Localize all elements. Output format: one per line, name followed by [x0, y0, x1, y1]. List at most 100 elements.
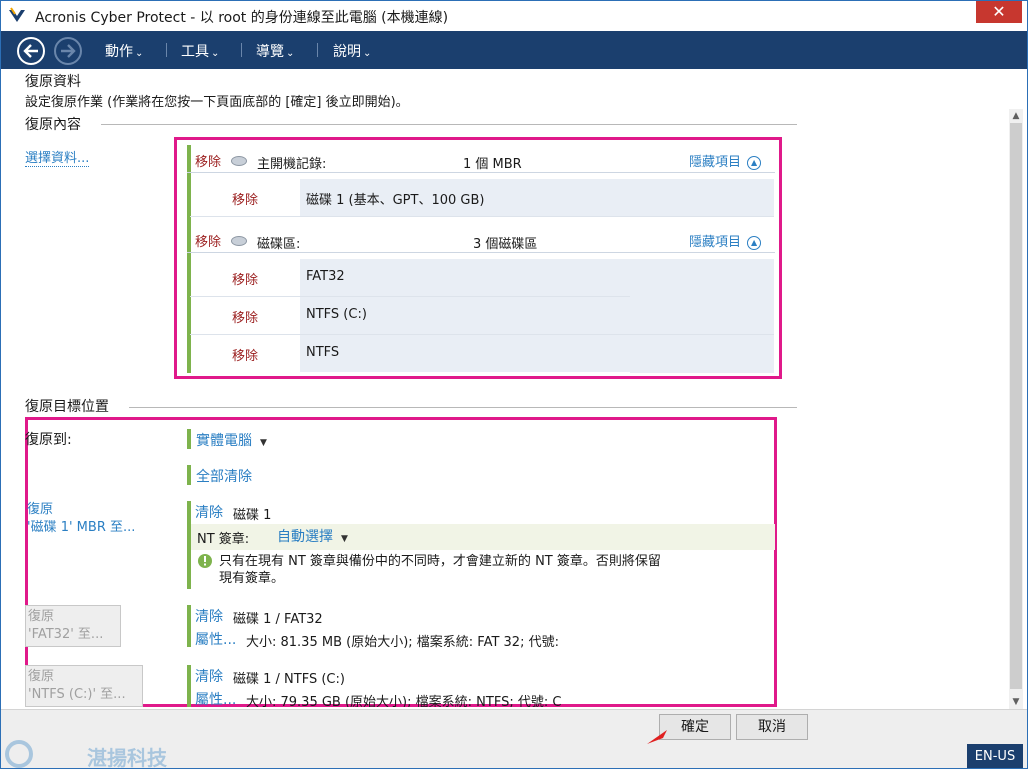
group-bar — [187, 465, 191, 485]
recover-link-line: 'NTFS (C:)' 至... — [28, 687, 126, 702]
remove-row[interactable]: 移除 — [232, 189, 258, 208]
menu-help[interactable]: 說明 ⌄ — [333, 41, 371, 61]
recover-mbr-link[interactable]: 復原 '磁碟 1' MBR 至... — [27, 501, 135, 537]
nt-signature-info: 只有在現有 NT 簽章與備份中的不同時，才會建立新的 NT 簽章。否則將保留 現… — [219, 553, 661, 587]
clear-link[interactable]: 清除 — [195, 502, 223, 522]
group-name: 主開機記錄: — [257, 157, 327, 172]
menu-label: 動作 — [105, 44, 133, 60]
recovery-form: 復原資料 設定復原作業 (作業將在您按一下頁面底部的 [確定] 後立即開始)。 … — [7, 69, 1021, 707]
arrow-right-icon — [61, 44, 76, 58]
chevron-down-icon: ⌄ — [135, 48, 144, 59]
group-bar — [187, 665, 191, 707]
nt-signature-select[interactable]: 自動選擇 ▼ — [277, 526, 348, 546]
watermark-logo: 湛揚科技 — [3, 738, 203, 769]
forward-button[interactable] — [54, 37, 82, 65]
chevron-down-icon: ⌄ — [211, 48, 220, 59]
title-bar: Acronis Cyber Protect - 以 root 的身份連線至此電腦… — [1, 1, 1027, 31]
pointer-arrow-icon — [647, 730, 667, 744]
target-disk: 磁碟 1 — [233, 508, 272, 523]
recover-to-select[interactable]: 實體電腦 ▼ — [196, 430, 267, 450]
target-disk: 磁碟 1 / NTFS (C:) — [233, 672, 345, 687]
target-disk: 磁碟 1 / FAT32 — [233, 612, 323, 627]
row-value: 磁碟 1 (基本、GPT、100 GB) — [300, 179, 630, 216]
row-blank — [630, 179, 774, 216]
disk-icon — [231, 153, 247, 168]
acronis-logo-icon — [9, 7, 25, 22]
clear-all-link[interactable]: 全部清除 — [196, 466, 252, 486]
group-name: 磁碟區: — [257, 237, 301, 252]
group-header-volumes: 移除 磁碟區: 3 個磁碟區 隱藏項目 ▲ — [187, 227, 775, 253]
clear-link[interactable]: 清除 — [195, 606, 223, 626]
watermark-text: 湛揚科技 — [87, 746, 167, 769]
info-line: 只有在現有 NT 簽章與備份中的不同時，才會建立新的 NT 簽章。否則將保留 — [219, 554, 661, 569]
remove-row[interactable]: 移除 — [232, 269, 258, 288]
row-value: FAT32 — [300, 259, 630, 296]
vertical-scrollbar[interactable]: ▲ ▼ — [1009, 109, 1023, 709]
nt-signature-value: 自動選擇 — [277, 529, 333, 545]
chevron-down-icon: ⌄ — [363, 48, 372, 59]
hide-items-label: 隱藏項目 — [689, 155, 742, 170]
nt-signature-label: NT 簽章: — [197, 532, 250, 547]
menu-divider — [317, 43, 318, 57]
table-row: 移除 NTFS (C:) — [190, 297, 774, 335]
group-bar — [187, 605, 191, 647]
dialog-footer: 確定 取消 湛揚科技 EN-US — [1, 709, 1027, 769]
group-count: 1 個 MBR — [463, 157, 522, 172]
hide-items-link[interactable]: 隱藏項目 ▲ — [689, 151, 762, 170]
recover-ntfs-c-button[interactable]: 復原 'NTFS (C:)' 至... — [25, 665, 143, 707]
dropdown-arrow-icon: ▼ — [260, 438, 267, 448]
divider — [129, 407, 797, 408]
close-button[interactable]: ✕ — [976, 1, 1022, 23]
target-heading: 復原目標位置 — [25, 399, 109, 415]
recover-fat32-button[interactable]: 復原 'FAT32' 至... — [25, 605, 121, 647]
remove-group-volumes[interactable]: 移除 — [195, 231, 221, 250]
volume-details: 大小: 81.35 MB (原始大小); 檔案系統: FAT 32; 代號: — [246, 635, 559, 650]
source-heading: 復原內容 — [25, 117, 81, 133]
recover-to-label: 復原到: — [25, 432, 72, 448]
recover-link-line: 復原 — [28, 669, 55, 684]
recover-link-line: 復原 — [28, 609, 55, 624]
window-title: Acronis Cyber Protect - 以 root 的身份連線至此電腦… — [35, 10, 449, 26]
table-row: 移除 FAT32 — [190, 259, 774, 373]
group-header-mbr: 移除 主開機記錄: 1 個 MBR 隱藏項目 ▲ — [187, 147, 775, 173]
cancel-button[interactable]: 取消 — [736, 714, 808, 740]
info-line: 現有簽章。 — [219, 571, 285, 586]
chevron-down-icon: ⌄ — [286, 48, 295, 59]
row-value: NTFS (C:) — [300, 297, 630, 334]
recover-to-value: 實體電腦 — [196, 433, 252, 449]
group-bar — [187, 429, 191, 449]
scroll-up-icon[interactable]: ▲ — [1009, 109, 1023, 123]
menu-label: 導覽 — [256, 44, 284, 60]
properties-link[interactable]: 屬性... — [195, 629, 236, 649]
select-data-link[interactable]: 選擇資料... — [25, 147, 90, 167]
disk-icon — [231, 233, 247, 248]
locale-badge[interactable]: EN-US — [967, 744, 1023, 768]
info-icon — [198, 554, 212, 568]
menu-label: 工具 — [181, 44, 209, 60]
row-value: NTFS — [300, 335, 630, 372]
page-subtitle: 設定復原作業 (作業將在您按一下頁面底部的 [確定] 後立即開始)。 — [25, 95, 409, 110]
menu-tools[interactable]: 工具 ⌄ — [181, 41, 219, 61]
chevron-up-icon: ▲ — [747, 155, 762, 170]
back-button[interactable] — [17, 37, 45, 65]
menu-actions[interactable]: 動作 ⌄ — [105, 41, 143, 61]
hide-items-link[interactable]: 隱藏項目 ▲ — [689, 231, 762, 250]
remove-group-mbr[interactable]: 移除 — [195, 151, 221, 170]
menu-navigate[interactable]: 導覽 ⌄ — [256, 41, 294, 61]
page-title: 復原資料 — [25, 74, 81, 90]
recover-link-line: 復原 — [27, 502, 54, 517]
properties-link[interactable]: 屬性... — [195, 689, 236, 707]
volume-details: 大小: 79.35 GB (原始大小); 檔案系統: NTFS; 代號: C — [246, 695, 562, 707]
hide-items-label: 隱藏項目 — [689, 235, 742, 250]
recover-link-line: 'FAT32' 至... — [28, 627, 104, 642]
divider — [101, 124, 797, 125]
remove-row[interactable]: 移除 — [232, 307, 258, 326]
scroll-down-icon[interactable]: ▼ — [1009, 695, 1023, 709]
menu-divider — [166, 43, 167, 57]
menu-label: 說明 — [333, 44, 361, 60]
group-count: 3 個磁碟區 — [473, 237, 538, 252]
scroll-thumb[interactable] — [1010, 123, 1022, 689]
clear-link[interactable]: 清除 — [195, 666, 223, 686]
remove-row[interactable]: 移除 — [232, 345, 258, 364]
menu-divider — [241, 43, 242, 57]
